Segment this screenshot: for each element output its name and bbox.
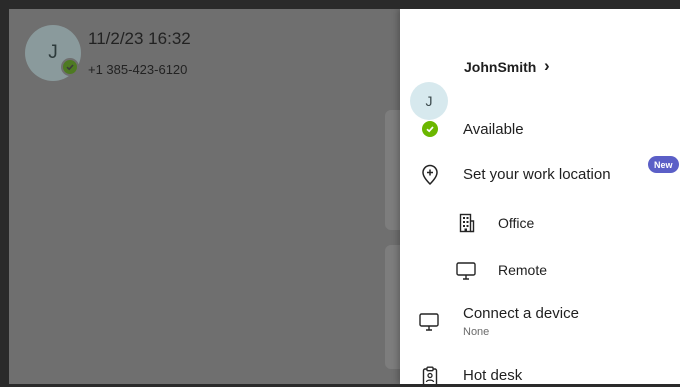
- status-label: Available: [463, 121, 524, 138]
- hot-desk-label: Hot desk: [463, 367, 523, 384]
- location-option-office[interactable]: Office: [400, 203, 680, 243]
- background-avatar-initial: J: [48, 42, 58, 63]
- background-overlay[interactable]: J 11/2/23 16:32 +1 385-423-6120: [9, 9, 415, 384]
- work-location-row[interactable]: Set your work location: [400, 155, 680, 195]
- avatar-initial: J: [425, 93, 433, 109]
- location-option-remote[interactable]: Remote: [400, 250, 680, 290]
- profile-name: JohnSmith: [464, 59, 537, 75]
- profile-row[interactable]: J JohnSmith ›: [400, 43, 680, 120]
- check-circle-icon: [422, 121, 438, 137]
- office-label: Office: [498, 215, 535, 231]
- app-frame: J 11/2/23 16:32 +1 385-423-6120 J JohnSm…: [0, 0, 680, 387]
- connect-device-value: None: [463, 326, 490, 338]
- building-icon: [457, 212, 477, 234]
- monitor-icon: [454, 260, 478, 282]
- monitor-icon: [417, 311, 441, 333]
- location-pin-plus-icon: [419, 164, 441, 186]
- work-location-label: Set your work location: [463, 166, 611, 183]
- background-presence-icon: [61, 58, 79, 76]
- chevron-right-icon: ›: [544, 56, 550, 75]
- clipboard-person-icon: [420, 365, 440, 384]
- remote-label: Remote: [498, 262, 548, 278]
- status-row[interactable]: Available: [400, 109, 680, 149]
- account-panel: J JohnSmith › Available Set your work lo…: [400, 9, 680, 384]
- background-phone: +1 385-423-6120: [88, 62, 188, 77]
- new-badge: New: [648, 156, 679, 173]
- background-datetime: 11/2/23 16:32: [88, 29, 191, 48]
- hot-desk-row[interactable]: Hot desk: [400, 354, 680, 384]
- connect-device-label: Connect a device: [463, 305, 579, 322]
- connect-device-row[interactable]: Connect a device None: [400, 297, 680, 345]
